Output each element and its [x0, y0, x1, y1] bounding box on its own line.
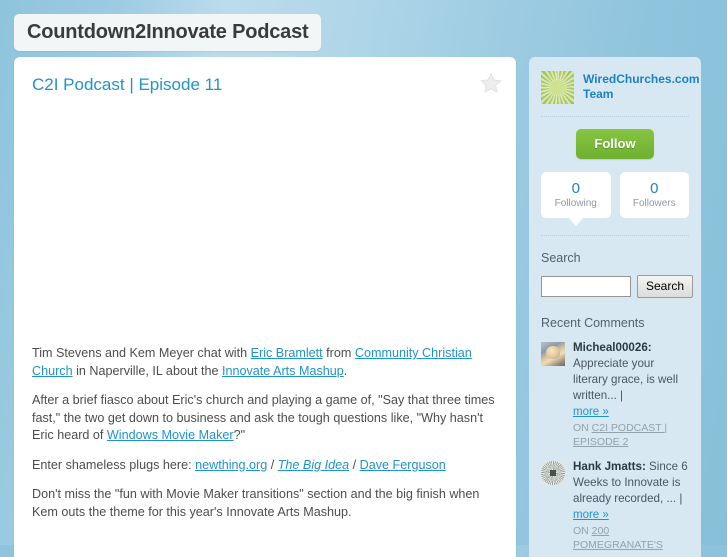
post-body: Tim Stevens and Kem Meyer chat with Eric… [14, 345, 516, 521]
post-body-link[interactable]: The Big Idea [278, 458, 349, 472]
post-paragraph: Don't miss the "fun with Movie Maker tra… [32, 486, 498, 521]
post-body-text: Don't miss the "fun with Movie Maker tra… [32, 487, 480, 519]
comment-author[interactable]: Micheal00026: [573, 341, 652, 354]
post-body-link[interactable]: Innovate Arts Mashup [222, 364, 344, 378]
comment-content: Micheal00026: Appreciate your literary gr… [573, 340, 689, 449]
following-stat[interactable]: 0 Following [541, 172, 611, 226]
following-label: Following [554, 198, 597, 209]
comment-author[interactable]: Hank Jmatts: [573, 460, 646, 473]
post-body-text: ?" [233, 428, 246, 442]
post-paragraph: Enter shameless plugs here: newthing.org… [32, 457, 498, 475]
user-photo-avatar-icon [541, 342, 565, 366]
comment-source: ON 200 POMEGRANATE'S [573, 523, 689, 552]
post-title[interactable]: C2I Podcast | Episode 11 [32, 75, 498, 95]
post-paragraph: After a brief fiasco about Eric's church… [32, 392, 498, 445]
post-body-link[interactable]: Eric Bramlett [251, 346, 323, 360]
comment-text-block: Micheal00026: Appreciate your literary gr… [573, 340, 689, 420]
search-button[interactable]: Search [637, 275, 694, 298]
comment-text-block: Hank Jmatts: Since 6 Weeks to Innovate i… [573, 459, 689, 523]
followers-stat[interactable]: 0 Followers [619, 172, 689, 218]
comment-content: Hank Jmatts: Since 6 Weeks to Innovate i… [573, 459, 689, 552]
post-body-text: from [322, 346, 355, 360]
recent-comments-title: Recent Comments [541, 316, 645, 330]
post-body-link[interactable]: Dave Ferguson [360, 458, 446, 472]
stats-row: 0 Following 0 Followers [541, 159, 689, 226]
star-icon[interactable] [479, 71, 503, 95]
post-body-text: Tim Stevens and Kem Meyer chat with [32, 346, 251, 360]
search-row: Search [541, 265, 694, 298]
post-body-link[interactable]: Windows Movie Maker [107, 428, 234, 442]
comment-source: ON C2I PODCAST | EPISODE 2 [573, 420, 689, 449]
post-paragraph: Tim Stevens and Kem Meyer chat with Eric… [32, 345, 498, 380]
comment-item: Micheal00026: Appreciate your literary gr… [541, 330, 689, 449]
post-body-text: After a brief fiasco about Eric's church… [32, 393, 495, 442]
comment-more-link[interactable]: more » [573, 404, 609, 420]
post-body-text: / [267, 457, 278, 472]
followers-count: 0 [650, 180, 659, 197]
comment-item: Hank Jmatts: Since 6 Weeks to Innovate i… [541, 449, 689, 552]
post-body-link[interactable]: newthing.org [195, 458, 267, 472]
pattern-avatar-icon [541, 461, 565, 485]
comment-source-prefix: ON [573, 525, 589, 537]
site-header: Countdown2Innovate Podcast [14, 14, 322, 51]
search-section-title: Search [541, 251, 581, 265]
post-header: C2I Podcast | Episode 11 [14, 57, 516, 95]
post-body-text: . [343, 363, 348, 378]
following-count: 0 [571, 180, 580, 197]
comment-source-prefix: ON [573, 422, 589, 434]
search-input[interactable] [541, 276, 631, 297]
site-title: Countdown2Innovate Podcast [27, 21, 309, 43]
comment-snippet: Appreciate your literary grace, is well … [573, 357, 679, 402]
starburst-avatar-icon [541, 71, 574, 104]
profile-block: WiredChurches.com Team [541, 57, 700, 104]
followers-label: Followers [632, 198, 676, 209]
comment-more-link[interactable]: more » [573, 507, 609, 523]
post-body-text: in Naperville, IL about the [72, 363, 222, 378]
follow-button[interactable]: Follow [576, 129, 654, 159]
media-embed-placeholder[interactable] [14, 95, 516, 345]
sidebar: WiredChurches.com Team Follow 0 Followin… [529, 57, 701, 557]
profile-name[interactable]: WiredChurches.com Team [583, 71, 700, 101]
post-body-text: / [349, 457, 360, 472]
post-body-text: Enter shameless plugs here: [32, 457, 196, 472]
post-card: C2I Podcast | Episode 11 Tim Stevens and… [14, 57, 516, 557]
recent-comments-list: Micheal00026: Appreciate your literary gr… [541, 330, 689, 552]
follow-section: Follow [541, 117, 689, 159]
